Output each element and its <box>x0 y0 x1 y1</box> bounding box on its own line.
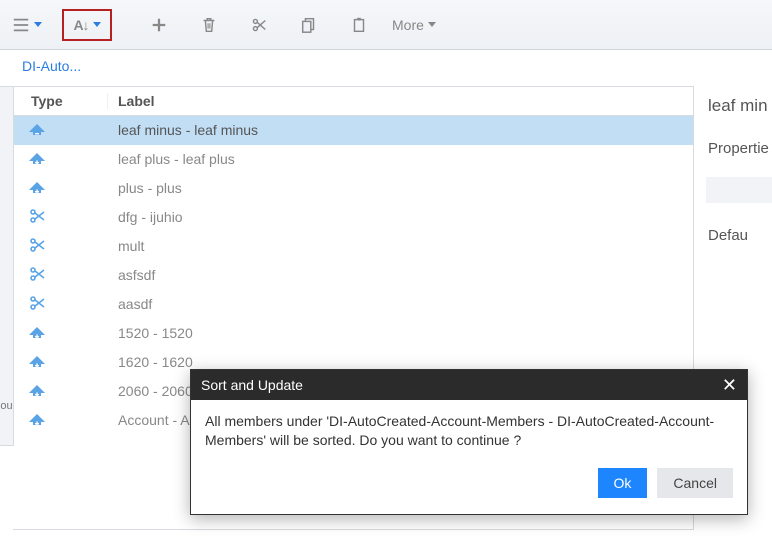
close-icon[interactable]: ✕ <box>722 376 737 394</box>
cancel-button[interactable]: Cancel <box>657 468 733 498</box>
leaf-plus-icon <box>13 150 108 169</box>
default-label: Defau <box>708 227 772 244</box>
trash-icon <box>200 16 218 34</box>
table-row[interactable]: asfsdf <box>13 261 693 290</box>
chevron-down-icon <box>93 22 101 27</box>
chevron-down-icon <box>428 22 436 27</box>
row-label: leaf minus - leaf minus <box>108 122 693 138</box>
table-row[interactable]: leaf plus - leaf plus <box>13 145 693 174</box>
leaf-plus-icon <box>13 382 108 401</box>
col-label[interactable]: Label <box>108 93 693 109</box>
more-button[interactable]: More <box>384 5 444 45</box>
leaf-plus-icon <box>13 353 108 372</box>
dialog-titlebar: Sort and Update ✕ <box>191 370 747 400</box>
plus-icon <box>150 16 168 34</box>
row-label: leaf plus - leaf plus <box>108 151 693 167</box>
col-type[interactable]: Type <box>13 93 108 109</box>
properties-placeholder <box>706 177 772 203</box>
table-row[interactable]: dfg - ijuhio <box>13 203 693 232</box>
row-label: 1620 - 1620 <box>108 354 693 370</box>
left-collapsed-tab[interactable]: ou <box>0 86 14 446</box>
toolbar: A↓ More <box>0 0 772 50</box>
more-label: More <box>392 17 424 33</box>
cut-icon <box>13 208 108 227</box>
leaf-plus-icon <box>13 324 108 343</box>
breadcrumb: DI-Auto... <box>0 50 772 86</box>
hamburger-icon <box>12 16 30 34</box>
row-label: mult <box>108 238 693 254</box>
details-title: leaf min <box>708 96 772 116</box>
table-header: Type Label <box>13 87 693 116</box>
row-label: dfg - ijuhio <box>108 209 693 225</box>
table-row[interactable]: mult <box>13 232 693 261</box>
table-row[interactable]: aasdf <box>13 290 693 319</box>
leaf-plus-icon <box>13 179 108 198</box>
delete-button[interactable] <box>184 5 234 45</box>
paste-button[interactable] <box>334 5 384 45</box>
copy-icon <box>300 16 318 34</box>
cut-icon <box>13 295 108 314</box>
leaf-plus-icon <box>13 411 108 430</box>
dialog-actions: Ok Cancel <box>191 468 747 514</box>
table-row[interactable]: leaf minus - leaf minus <box>13 116 693 145</box>
row-label: plus - plus <box>108 180 693 196</box>
copy-button[interactable] <box>284 5 334 45</box>
left-tab-label: ou <box>0 400 12 412</box>
sort-button[interactable]: A↓ <box>62 9 112 41</box>
table-row[interactable]: plus - plus <box>13 174 693 203</box>
scissors-icon <box>250 16 268 34</box>
leaf-minus-icon <box>13 121 108 140</box>
row-label: 1520 - 1520 <box>108 325 693 341</box>
dialog-title: Sort and Update <box>201 377 303 393</box>
clipboard-icon <box>350 16 368 34</box>
cut-icon <box>13 237 108 256</box>
chevron-down-icon <box>34 22 42 27</box>
add-button[interactable] <box>134 5 184 45</box>
cut-icon <box>13 266 108 285</box>
table-row[interactable]: 1520 - 1520 <box>13 319 693 348</box>
row-label: aasdf <box>108 296 693 312</box>
breadcrumb-link[interactable]: DI-Auto... <box>22 58 81 74</box>
row-label: asfsdf <box>108 267 693 283</box>
cut-button[interactable] <box>234 5 284 45</box>
properties-label: Propertie <box>708 140 772 157</box>
dialog-message: All members under 'DI-AutoCreated-Accoun… <box>191 400 747 468</box>
confirm-dialog: Sort and Update ✕ All members under 'DI-… <box>190 369 748 515</box>
sort-glyph: A↓ <box>73 17 88 33</box>
hamburger-menu[interactable] <box>6 5 48 45</box>
ok-button[interactable]: Ok <box>598 468 648 498</box>
